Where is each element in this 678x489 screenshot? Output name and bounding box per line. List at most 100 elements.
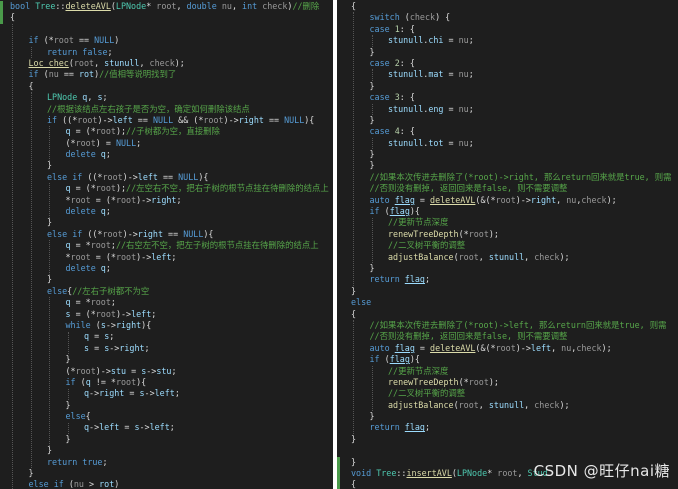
code-token: bool xyxy=(10,1,36,11)
code-text: return flag; xyxy=(370,274,431,285)
code-text: //如果本次传进去删除了(*root)->left, 那么return回来就是t… xyxy=(370,320,667,331)
code-text: stunull.eng = nu; xyxy=(388,104,474,115)
change-marker xyxy=(337,468,340,480)
code-text: renewTreeDepth(*root); xyxy=(388,377,499,388)
code-token: //如果本次传进去删除了(*root)->right, 那么return回来就是… xyxy=(369,171,672,182)
code-text: } xyxy=(370,47,375,58)
code-token: right xyxy=(115,319,142,330)
code-token: -> xyxy=(105,319,116,330)
code-token: stunull xyxy=(488,399,525,410)
code-token: ; xyxy=(105,149,111,160)
code-text: } xyxy=(47,274,52,285)
code-token: tot xyxy=(428,137,444,148)
code-pane-left[interactable]: bool Tree::deleteAVL(LPNode* root, doubl… xyxy=(0,0,333,489)
code-text: delete q; xyxy=(66,206,111,217)
code-line: s = (*root)->left; xyxy=(0,309,333,320)
code-token: = (* xyxy=(70,126,96,137)
code-text: case 3: { xyxy=(370,92,415,103)
code-token: while xyxy=(65,319,96,330)
code-text: //根据该结点左右孩子是否为空，确定如何删除该结点 xyxy=(47,104,250,115)
code-token: : { xyxy=(399,57,415,68)
code-line: //否则没有删掉, 返回回来是false, 则不需要调整 xyxy=(337,331,678,342)
code-line: delete q; xyxy=(0,263,333,274)
code-token: root xyxy=(95,308,116,319)
code-text: (*root) = NULL; xyxy=(66,138,142,149)
code-token: ) xyxy=(114,35,120,46)
code-token: right xyxy=(99,388,125,399)
code-line: auto flag = deleteAVL(&(*root)->right, n… xyxy=(337,195,678,206)
code-token: void xyxy=(351,468,377,479)
code-token: LPNode xyxy=(456,468,488,479)
code-token: root xyxy=(70,194,91,205)
code-line: if (q != *root){ xyxy=(0,377,333,388)
code-token: stu xyxy=(156,365,172,376)
code-token: //子树都为空，直接删除 xyxy=(126,126,220,137)
code-text: *root = (*root)->right; xyxy=(66,195,182,206)
code-token: { xyxy=(28,80,34,91)
code-token: nu xyxy=(48,69,59,80)
code-text: } xyxy=(351,434,356,445)
code-text: if (flag){ xyxy=(370,206,420,217)
code-token: Tree xyxy=(376,468,397,479)
code-token: root xyxy=(497,468,518,479)
code-token: )-> xyxy=(97,114,113,125)
code-token: case xyxy=(369,57,395,68)
code-token: renewTreeDepth xyxy=(388,228,459,239)
code-text: } xyxy=(47,217,52,228)
code-line: stunull.eng = nu; xyxy=(337,104,678,115)
code-token: ) { xyxy=(435,12,451,23)
code-token: LPNode xyxy=(115,1,147,11)
code-token: else if xyxy=(47,171,88,182)
code-token: root xyxy=(90,297,111,308)
code-token: = (* xyxy=(70,308,96,319)
code-token: * xyxy=(487,468,498,479)
code-line: delete q; xyxy=(0,206,333,217)
code-line: q = *root;//右空左不空，把左子树的根节点挂在待删除的结点上 xyxy=(0,240,333,251)
code-token: root xyxy=(102,171,123,182)
code-token: check xyxy=(262,1,288,11)
code-pane-right[interactable]: {switch (check) {case 1: {stunull.chi = … xyxy=(337,0,678,489)
code-token: stunull xyxy=(388,35,424,46)
code-token: = (* xyxy=(70,183,96,194)
code-line: else if ((*root)->right == NULL){ xyxy=(0,229,333,240)
code-token: root xyxy=(95,126,116,137)
code-token: = xyxy=(443,137,459,148)
code-text: { xyxy=(29,81,34,92)
code-token: LPNode xyxy=(47,92,83,103)
code-text: } xyxy=(66,354,71,365)
code-text: } xyxy=(66,434,71,445)
code-token: ; xyxy=(424,422,431,433)
code-token: ; xyxy=(468,35,474,46)
code-token: : { xyxy=(399,126,415,137)
code-token: chi xyxy=(428,35,444,46)
code-token: root xyxy=(75,137,96,148)
code-line: q = (*root);//左空右不空，把右子树的根节点挂在待删除的结点上 xyxy=(0,183,333,194)
code-line: stunull.tot = nu; xyxy=(337,138,678,149)
code-token: //更新节点深度 xyxy=(388,365,449,376)
code-text: q = s; xyxy=(84,331,114,342)
code-token: if xyxy=(28,69,44,80)
code-text: delete q; xyxy=(66,149,111,160)
code-token: root xyxy=(115,194,137,205)
code-token: } xyxy=(369,411,375,422)
code-line: if (nu == rot)//值相等说明找到了 xyxy=(0,69,333,80)
code-line: } xyxy=(0,434,333,445)
code-token: nu xyxy=(458,137,469,148)
code-line: q = (*root);//子树都为空，直接删除 xyxy=(0,126,333,137)
code-token: , xyxy=(517,468,528,479)
change-marker xyxy=(0,12,3,24)
code-token: root xyxy=(102,228,123,239)
code-token: case xyxy=(369,92,395,103)
code-token: ((* xyxy=(87,171,103,182)
code-token: { xyxy=(351,479,357,489)
code-token: :: xyxy=(55,1,66,11)
code-token: if xyxy=(369,206,385,217)
code-token: = * xyxy=(70,240,91,251)
code-token: right xyxy=(238,114,264,125)
code-token: check xyxy=(534,399,560,410)
code-line: { xyxy=(0,81,333,92)
code-text: delete q; xyxy=(66,263,111,274)
code-line: //二叉树平衡的调整 xyxy=(337,388,678,399)
code-token: -> xyxy=(144,388,155,399)
code-text: if (q != *root){ xyxy=(66,377,147,388)
